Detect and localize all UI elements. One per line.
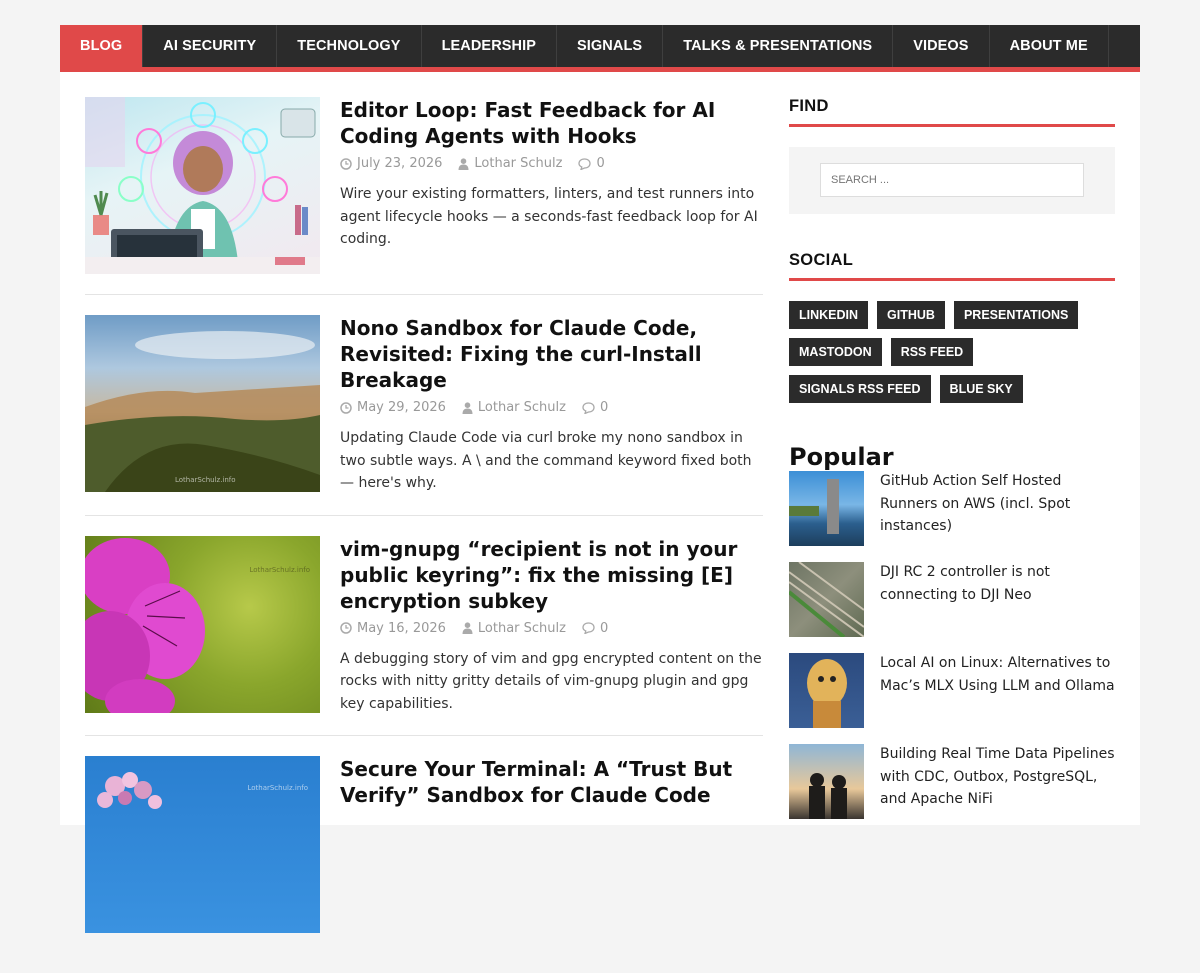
comment-icon [578, 157, 592, 170]
popular-thumbnail[interactable] [789, 653, 864, 728]
page: BLOG AI SECURITY TECHNOLOGY LEADERSHIP S… [60, 25, 1140, 933]
post-body: Nono Sandbox for Claude Code, Revisited:… [340, 315, 763, 495]
post-title[interactable]: Nono Sandbox for Claude Code, Revisited:… [340, 315, 763, 393]
social-link-mastodon[interactable]: MASTODON [789, 338, 882, 366]
watermark-text: LotharSchulz.info [249, 565, 310, 574]
post-item: LotharSchulz.info Secure Your Terminal: … [85, 756, 763, 953]
post-title[interactable]: Secure Your Terminal: A “Trust But Verif… [340, 756, 763, 808]
nav-item-videos[interactable]: VIDEOS [893, 25, 990, 67]
social-links: LINKEDIN GITHUB PRESENTATIONS MASTODON R… [789, 301, 1115, 412]
post-list: Editor Loop: Fast Feedback for AI Coding… [85, 97, 763, 973]
blossom-sky-icon [97, 772, 162, 809]
post-author[interactable]: Lothar Schulz [462, 400, 566, 415]
post-excerpt: Wire your existing formatters, linters, … [340, 186, 758, 247]
post-excerpt: A debugging story of vim and gpg encrypt… [340, 650, 762, 712]
comment-icon [582, 401, 595, 414]
post-item: Editor Loop: Fast Feedback for AI Coding… [85, 97, 763, 295]
main-nav: BLOG AI SECURITY TECHNOLOGY LEADERSHIP S… [60, 25, 1140, 72]
post-body: Editor Loop: Fast Feedback for AI Coding… [340, 97, 763, 274]
post-item: LotharSchulz.info vim-gnupg “recipient i… [85, 535, 763, 736]
post-body: Secure Your Terminal: A “Trust But Verif… [340, 756, 763, 933]
popular-thumbnail[interactable] [789, 562, 864, 637]
post-comments[interactable]: 0 [582, 621, 608, 636]
post-thumbnail[interactable]: LotharSchulz.info [85, 756, 320, 933]
popular-item: DJI RC 2 controller is not connecting to… [789, 562, 1115, 653]
popular-thumbnail[interactable] [789, 471, 864, 546]
post-comments[interactable]: 0 [582, 400, 608, 415]
clock-icon [340, 401, 352, 414]
search-widget [789, 147, 1115, 214]
post-author[interactable]: Lothar Schulz [462, 621, 566, 636]
post-meta: May 29, 2026 Lothar Schulz 0 [340, 400, 763, 415]
post-thumbnail[interactable]: LotharSchulz.info [85, 315, 320, 492]
post-date: May 16, 2026 [340, 621, 446, 636]
pink-flower-icon [85, 537, 205, 713]
user-icon [462, 401, 473, 414]
people-silhouette-icon [809, 773, 847, 819]
popular-list: GitHub Action Self Hosted Runners on AWS… [789, 471, 1115, 835]
post-comments-count[interactable]: 0 [596, 156, 604, 171]
sidebar: FIND SOCIAL LINKEDIN GITHUB PRESENTATION… [789, 97, 1115, 835]
post-comments-count[interactable]: 0 [600, 400, 608, 415]
popular-thumbnail[interactable] [789, 744, 864, 819]
post-author-text[interactable]: Lothar Schulz [478, 621, 566, 636]
nav-item-signals[interactable]: SIGNALS [557, 25, 664, 67]
post-author-text[interactable]: Lothar Schulz [474, 156, 562, 171]
user-icon [462, 622, 473, 634]
post-meta: July 23, 2026 Lothar Schulz 0 [340, 156, 763, 171]
post-thumbnail[interactable] [85, 97, 320, 274]
popular-item-title[interactable]: Local AI on Linux: Alternatives to Mac’s… [880, 652, 1115, 744]
social-link-blue-sky[interactable]: BLUE SKY [939, 375, 1023, 403]
popular-item-title[interactable]: Building Real Time Data Pipelines with C… [880, 743, 1115, 835]
search-input[interactable] [820, 163, 1084, 197]
post-date-text: July 23, 2026 [357, 156, 443, 171]
watermark-text: LotharSchulz.info [175, 476, 236, 484]
popular-item: GitHub Action Self Hosted Runners on AWS… [789, 471, 1115, 562]
popular-item-title[interactable]: DJI RC 2 controller is not connecting to… [880, 561, 1115, 653]
post-author-text[interactable]: Lothar Schulz [478, 400, 566, 415]
post-author[interactable]: Lothar Schulz [458, 156, 562, 171]
nav-item-technology[interactable]: TECHNOLOGY [277, 25, 422, 67]
comment-icon [582, 622, 595, 634]
popular-item: Local AI on Linux: Alternatives to Mac’s… [789, 653, 1115, 744]
post-date: May 29, 2026 [340, 400, 446, 415]
nav-item-ai-security[interactable]: AI SECURITY [143, 25, 278, 67]
post-item: LotharSchulz.info Nono Sandbox for Claud… [85, 315, 763, 516]
railway-aerial-icon [789, 562, 864, 637]
post-thumbnail[interactable]: LotharSchulz.info [85, 535, 320, 713]
post-meta: May 16, 2026 Lothar Schulz 0 [340, 621, 763, 636]
popular-item: Building Real Time Data Pipelines with C… [789, 744, 1115, 835]
social-link-signals-rss-feed[interactable]: SIGNALS RSS FEED [789, 375, 931, 403]
mountain-landscape-icon [85, 331, 320, 492]
user-icon [458, 157, 469, 170]
clock-icon [340, 622, 352, 634]
find-widget-title: FIND [789, 97, 1115, 127]
social-link-linkedin[interactable]: LINKEDIN [789, 301, 869, 329]
watermark-text: LotharSchulz.info [247, 784, 308, 792]
post-title[interactable]: Editor Loop: Fast Feedback for AI Coding… [340, 97, 763, 149]
post-comments[interactable]: 0 [578, 156, 605, 171]
post-date-text: May 16, 2026 [357, 620, 446, 636]
post-body: vim-gnupg “recipient is not in your publ… [340, 536, 763, 716]
clock-icon [340, 157, 352, 170]
nav-item-about-me[interactable]: ABOUT ME [990, 25, 1109, 67]
popular-widget-title: Popular [789, 443, 894, 471]
social-link-presentations[interactable]: PRESENTATIONS [953, 301, 1079, 329]
ai-coding-illustration-icon [85, 97, 320, 274]
nav-item-blog[interactable]: BLOG [60, 25, 144, 67]
post-excerpt: Updating Claude Code via curl broke my n… [340, 430, 752, 491]
social-link-rss-feed[interactable]: RSS FEED [890, 338, 974, 366]
nav-item-leadership[interactable]: LEADERSHIP [422, 25, 558, 67]
post-comments-count[interactable]: 0 [600, 621, 608, 636]
social-widget-title: SOCIAL [789, 251, 1115, 281]
post-date: July 23, 2026 [340, 156, 442, 171]
nav-item-talks[interactable]: TALKS & PRESENTATIONS [663, 25, 894, 67]
post-title[interactable]: vim-gnupg “recipient is not in your publ… [340, 536, 763, 614]
figure-sculpture-icon [807, 659, 847, 728]
social-link-github[interactable]: GITHUB [877, 301, 945, 329]
post-date-text: May 29, 2026 [357, 400, 446, 415]
popular-item-title[interactable]: GitHub Action Self Hosted Runners on AWS… [880, 470, 1115, 562]
tower-water-icon [789, 479, 839, 534]
